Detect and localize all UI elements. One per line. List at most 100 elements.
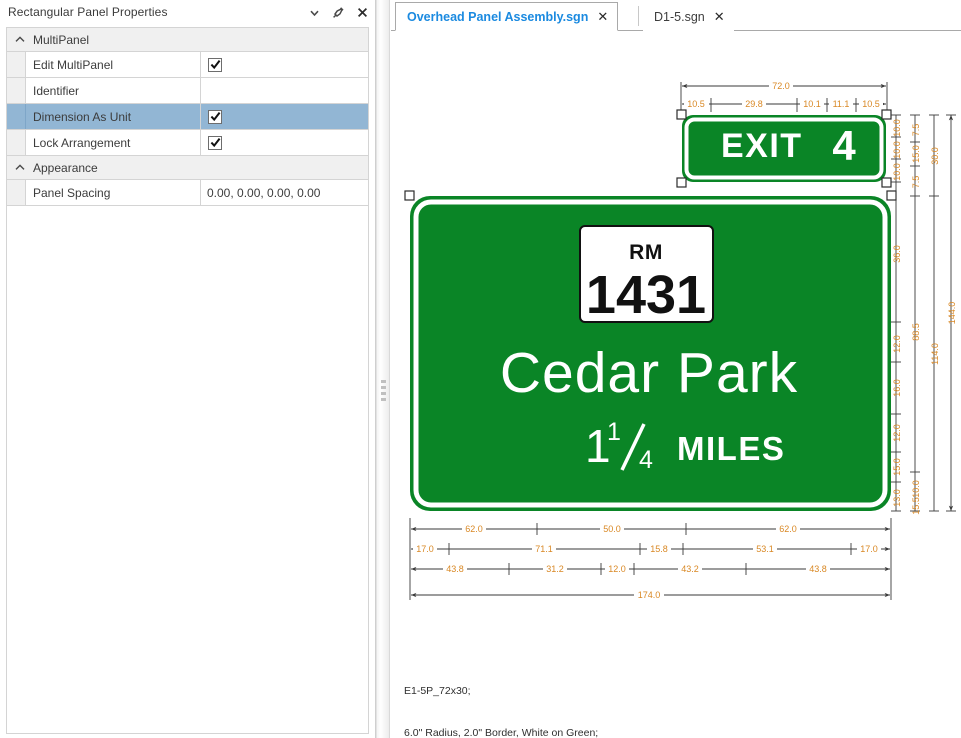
sign-canvas[interactable]: .dimtxt { font-family:"Liberation Sans",…: [391, 32, 961, 738]
property-row-edit-multipanel[interactable]: Edit MultiPanel: [7, 52, 368, 78]
chevron-up-icon[interactable]: [13, 33, 27, 47]
vdim-10-0-a: 10.0: [892, 119, 902, 137]
bdim-15-8: 15.8: [650, 544, 668, 554]
spec-line: 6.0" Radius, 2.0" Border, White on Green…: [404, 727, 599, 738]
distance-denominator: 4: [639, 446, 653, 474]
bdim-12-0: 12.0: [608, 564, 626, 574]
category-label: Appearance: [33, 160, 98, 175]
dim-11-1: 11.1: [833, 99, 850, 109]
property-grid: MultiPanel Edit MultiPanel Identifier Di…: [6, 27, 369, 734]
tab-close-icon[interactable]: ✕: [597, 10, 608, 23]
exit-panel: EXIT 4: [676, 109, 892, 188]
dimension-bottom-row3: 43.8 31.2 12.0 43.2 43.8: [411, 563, 890, 575]
vdim-12-0-a: 12.0: [892, 335, 902, 353]
dim-10-5-a: 10.5: [687, 99, 705, 109]
vdim-10-0-d: 10.0: [911, 480, 921, 498]
tab-label: Overhead Panel Assembly.sgn: [407, 9, 589, 24]
property-name: Edit MultiPanel: [26, 52, 201, 77]
vdim-15-0-b: 15.0: [911, 145, 921, 163]
vdim-15-0: 15.0: [892, 458, 902, 476]
property-row-dimension-as-unit[interactable]: Dimension As Unit: [7, 104, 368, 130]
dimension-bottom-row2: 17.0 71.1 15.8 53.1 17.0: [411, 543, 890, 555]
vdim-7-5-a: 7.5: [911, 124, 921, 137]
properties-panel-header: Rectangular Panel Properties: [0, 0, 375, 25]
dimension-vertical-col1: 10.0 10.0 10.0 36.0 12.0 16.0 12.0 15.0 …: [891, 114, 902, 512]
checkbox-dimension-as-unit[interactable]: [208, 109, 222, 124]
dimension-exit-chain: 10.5 29.8 10.1 11.1 10.5: [682, 98, 886, 112]
row-gutter: [7, 180, 26, 205]
page-title: Rectangular Panel Properties: [8, 5, 168, 19]
vdim-10-0-b: 10.0: [892, 141, 902, 159]
bdim-17-0-a: 17.0: [416, 544, 434, 554]
selection-handle: [404, 190, 415, 201]
category-label: MultiPanel: [33, 32, 90, 47]
tab-d1-5[interactable]: D1-5.sgn ✕: [643, 2, 734, 31]
panel-spacing-field[interactable]: 0.00, 0.00, 0.00, 0.00: [201, 180, 368, 205]
splitter-grip[interactable]: [381, 380, 386, 404]
selection-handle: [886, 190, 897, 201]
panel-splitter[interactable]: [376, 0, 390, 738]
vdim-144-0: 144.0: [947, 302, 957, 325]
bdim-43-2: 43.2: [681, 564, 699, 574]
property-value[interactable]: [201, 52, 368, 77]
tab-strip: Overhead Panel Assembly.sgn ✕ D1-5.sgn ✕: [391, 0, 961, 31]
row-gutter: [7, 130, 26, 155]
pin-icon[interactable]: [332, 6, 345, 19]
vdim-7-5-b: 7.5: [911, 176, 921, 189]
property-value[interactable]: [201, 130, 368, 155]
bdim-174-0: 174.0: [638, 590, 661, 600]
tab-close-icon[interactable]: ✕: [714, 10, 725, 23]
checkbox-lock-arrangement[interactable]: [208, 135, 222, 150]
row-gutter: [7, 52, 26, 77]
bdim-71-1: 71.1: [535, 544, 553, 554]
spec-line: E1-5P_72x30;: [404, 685, 471, 697]
property-row-panel-spacing[interactable]: Panel Spacing 0.00, 0.00, 0.00, 0.00: [7, 180, 368, 206]
dimension-bottom-row1: 62.0 50.0 62.0: [409, 518, 892, 600]
vdim-114-0: 114.0: [930, 343, 940, 365]
dim-10-5-b: 10.5: [862, 99, 880, 109]
property-name: Dimension As Unit: [26, 104, 201, 129]
property-name: Panel Spacing: [26, 180, 201, 205]
checkbox-edit-multipanel[interactable]: [208, 57, 222, 72]
bdim-62-0-a: 62.0: [465, 524, 483, 534]
property-category-appearance[interactable]: Appearance: [7, 156, 368, 180]
bdim-53-1: 53.1: [756, 544, 774, 554]
identifier-field[interactable]: [201, 78, 368, 103]
row-gutter: [7, 78, 26, 103]
vdim-15-5: 15.5: [911, 497, 921, 515]
vdim-12-0-b: 12.0: [892, 424, 902, 442]
bdim-31-2: 31.2: [546, 564, 564, 574]
shield-prefix: RM: [629, 241, 663, 264]
destination-text: Cedar Park: [500, 341, 798, 405]
bdim-17-0-b: 17.0: [860, 544, 878, 554]
dimension-vertical-col2: 7.5 15.0 7.5 88.5 10.0 15.5: [910, 114, 921, 515]
dimension-vertical-col3: 30.0 114.0: [929, 114, 940, 512]
chevron-up-icon[interactable]: [13, 161, 27, 175]
bdim-43-8-b: 43.8: [809, 564, 827, 574]
property-name: Lock Arrangement: [26, 130, 201, 155]
close-icon[interactable]: [356, 6, 369, 19]
bdim-43-8-a: 43.8: [446, 564, 464, 574]
main-sign-panel: RM 1431 Cedar Park 1 1 4 MILES: [404, 190, 897, 511]
bdim-62-0-b: 62.0: [779, 524, 797, 534]
exit-number: 4: [832, 122, 856, 169]
selection-handle: [676, 109, 687, 120]
chevron-down-icon[interactable]: [308, 6, 321, 19]
vdim-10-0-c: 10.0: [892, 163, 902, 181]
bdim-50-0: 50.0: [603, 524, 621, 534]
property-value[interactable]: [201, 104, 368, 129]
property-row-lock-arrangement[interactable]: Lock Arrangement: [7, 130, 368, 156]
document-area: Overhead Panel Assembly.sgn ✕ D1-5.sgn ✕: [391, 0, 961, 738]
tab-overhead-panel-assembly[interactable]: Overhead Panel Assembly.sgn ✕: [395, 2, 619, 31]
grid-empty-area: [7, 206, 368, 686]
property-category-multipanel[interactable]: MultiPanel: [7, 28, 368, 52]
property-row-identifier[interactable]: Identifier: [7, 78, 368, 104]
dim-29-8: 29.8: [745, 99, 763, 109]
dimension-vertical-col4: 144.0: [946, 114, 957, 512]
dim-10-1: 10.1: [803, 99, 821, 109]
selection-handle: [676, 177, 687, 188]
exit-label: EXIT: [721, 127, 803, 165]
panel-header-buttons: [308, 0, 369, 25]
vdim-30-0: 30.0: [930, 147, 940, 165]
vdim-13-0: 13.0: [892, 489, 902, 507]
